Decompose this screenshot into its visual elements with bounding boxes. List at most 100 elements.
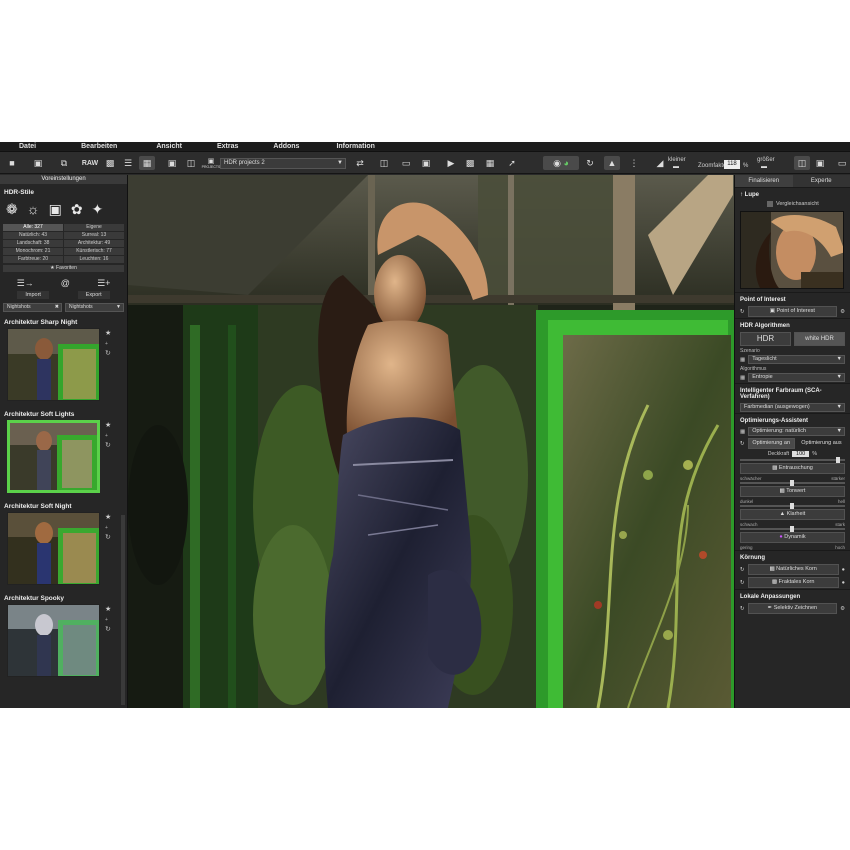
preset-item[interactable]: Architektur Spooky ★ + ↻	[0, 592, 127, 684]
tab-finalize[interactable]: Finalisieren	[735, 175, 793, 187]
refresh-icon[interactable]: ↻	[740, 606, 745, 612]
projects-button[interactable]: ▣ PROJECTS	[202, 156, 221, 170]
presets-scrollbar[interactable]	[121, 515, 125, 705]
selective-draw-button[interactable]: ✒ Selektiv Zeichnen	[747, 603, 838, 614]
algorithm-select[interactable]: Entropie ▼	[748, 373, 845, 382]
circle-icon[interactable]: ●	[842, 567, 845, 573]
compare-icon[interactable]: ◫	[378, 156, 390, 170]
refresh-icon[interactable]: ↻	[105, 441, 111, 449]
slider-handle[interactable]	[836, 457, 840, 463]
optimizer-on-button[interactable]: Optimierung an	[747, 438, 795, 449]
category-architecture[interactable]: Architektur: 49	[64, 240, 124, 247]
refresh-icon[interactable]: ↻	[105, 625, 111, 633]
refresh-icon[interactable]: ↻	[740, 309, 745, 315]
new-file-icon[interactable]: ■	[6, 156, 18, 170]
optimizer-off-button[interactable]: Optimierung aus	[798, 438, 845, 449]
print-icon[interactable]: ◫	[185, 156, 197, 170]
fractal-grain-button[interactable]: ▩ Fraktales Korn	[747, 577, 839, 588]
preset-item[interactable]: Architektur Soft Lights ★ + ↻	[0, 408, 127, 500]
menu-bearbeiten[interactable]: Bearbeiten	[81, 143, 117, 150]
slider-handle[interactable]	[790, 526, 794, 532]
filter-select-1[interactable]: Nightshots ✖	[3, 303, 62, 312]
star-icon[interactable]: ★	[105, 421, 111, 429]
white-hdr-button[interactable]: white HDR	[794, 332, 845, 346]
menu-extras[interactable]: Extras	[217, 143, 238, 150]
menu-information[interactable]: Information	[336, 143, 375, 150]
zoom-out-icon[interactable]: ▬	[670, 163, 682, 171]
category-monochrome[interactable]: Monochrom: 21	[3, 248, 63, 255]
strength-slider[interactable]	[740, 457, 845, 463]
settings-icon[interactable]: ⚙	[840, 309, 845, 315]
add-icon[interactable]: +	[105, 341, 108, 347]
preset-item[interactable]: Architektur Sharp Night ★ + ↻	[0, 316, 127, 408]
export-button[interactable]: Export	[77, 291, 110, 299]
slideshow-icon[interactable]: ▩	[464, 156, 476, 170]
slider-handle[interactable]	[790, 480, 794, 486]
preset-thumbnail[interactable]	[7, 512, 100, 585]
circle-icon[interactable]: ●	[842, 580, 845, 586]
camera-icon[interactable]: ▣	[49, 201, 62, 218]
add-icon[interactable]: +	[105, 433, 108, 439]
export-icon[interactable]: ▩	[104, 156, 116, 170]
window-icon[interactable]: ▭	[836, 156, 848, 170]
poi-button[interactable]: ▣ Point of Interest	[747, 306, 838, 317]
clarity-button[interactable]: ▲ Klarheit	[740, 509, 845, 520]
presets-icon[interactable]: ▦	[139, 156, 155, 170]
rotate-icon[interactable]: ↻	[584, 156, 596, 170]
preset-thumbnail[interactable]	[7, 328, 100, 401]
clarity-slider[interactable]	[740, 526, 845, 532]
settings-icon[interactable]: ⚙	[840, 606, 845, 612]
play-icon[interactable]: ▶	[445, 156, 457, 170]
dynamic-button[interactable]: ● Dynamik	[740, 532, 845, 543]
denoise-button[interactable]: ▩ Entrauschung	[740, 463, 845, 474]
export-list-icon[interactable]: ☰+	[97, 278, 110, 289]
refresh-icon[interactable]: ↻	[740, 567, 745, 573]
category-glow[interactable]: Leuchten: 16	[64, 256, 124, 263]
full-icon[interactable]: ▣	[814, 156, 826, 170]
slider-handle[interactable]	[790, 503, 794, 509]
hdr-button[interactable]: HDR	[740, 332, 791, 346]
molecules-icon[interactable]: ❁	[6, 201, 18, 218]
sun-icon[interactable]: ☼	[27, 201, 40, 218]
view-mode-toggle[interactable]: ◉ ◕	[543, 156, 579, 170]
open-icon[interactable]: ▣	[32, 156, 44, 170]
tonal-slider[interactable]	[740, 503, 845, 509]
compare-row[interactable]: Vergleichsansicht	[735, 200, 850, 208]
image-canvas[interactable]	[128, 175, 734, 708]
zoom-value[interactable]: 118	[724, 160, 740, 169]
fit-icon[interactable]: ◫	[794, 156, 810, 170]
tonal-button[interactable]: ▩ Tonwert	[740, 486, 845, 497]
add-icon[interactable]: +	[105, 617, 108, 623]
fullscreen-icon[interactable]: ◢	[654, 156, 666, 170]
optimizer-select[interactable]: Optimierung: natürlich ▼	[748, 427, 845, 436]
menu-ansicht[interactable]: Ansicht	[156, 143, 182, 150]
sliders-icon[interactable]: ☰	[122, 156, 134, 170]
import-button[interactable]: Import	[17, 291, 49, 299]
preset-thumbnail-selected[interactable]	[7, 420, 100, 493]
mirror-icon[interactable]: ▲	[604, 156, 620, 170]
tab-expert[interactable]: Experte	[792, 175, 850, 187]
menu-addons[interactable]: Addons	[273, 143, 299, 150]
category-own[interactable]: Eigene	[64, 224, 124, 231]
category-artistic[interactable]: Künstlerisch: 77	[64, 248, 124, 255]
filter-select-2[interactable]: Nightshots ▼	[65, 303, 124, 312]
project-select[interactable]: HDR projects 2 ▼	[220, 158, 346, 169]
raw-button[interactable]: RAW	[82, 156, 98, 170]
refresh-icon[interactable]: ↻	[105, 349, 111, 357]
favorites-button[interactable]: ★ Favoriten	[3, 265, 124, 272]
refresh-icon[interactable]: ↻	[105, 533, 111, 541]
save-icon[interactable]: ▣	[166, 156, 178, 170]
checkbox[interactable]	[767, 201, 773, 207]
scenario-select[interactable]: Tageslicht ▼	[748, 355, 845, 364]
colorspace-select[interactable]: Farbmedian (ausgewogen) ▼	[740, 403, 845, 412]
crop-icon[interactable]: ⋮	[629, 156, 639, 170]
screen-icon[interactable]: ▣	[420, 156, 432, 170]
category-natural[interactable]: Natürlich: 43	[3, 232, 63, 239]
denoise-slider[interactable]	[740, 480, 845, 486]
zoom-in-icon[interactable]: ▬	[758, 163, 770, 171]
star-icon[interactable]: ★	[105, 513, 111, 521]
loupe-preview[interactable]	[740, 211, 844, 289]
category-surreal[interactable]: Surreal: 13	[64, 232, 124, 239]
add-icon[interactable]: +	[105, 525, 108, 531]
menu-datei[interactable]: Datei	[19, 143, 36, 150]
